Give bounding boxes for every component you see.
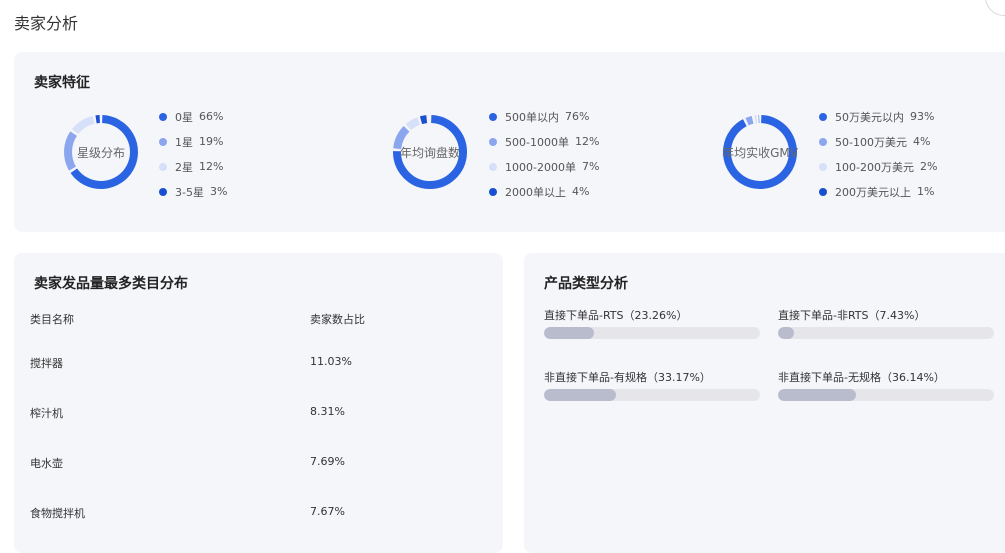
star-rating-legend: 0星 66% 1星 19% 2星 12% 3-5星 3% xyxy=(159,104,227,204)
category-name: 榨汁机 xyxy=(30,405,63,421)
bar-fill xyxy=(544,327,594,339)
legend-item: 2星 12% xyxy=(159,154,227,179)
legend-value: 66% xyxy=(199,110,223,123)
donut-center-label: 年均询盘数 xyxy=(370,112,490,192)
bar-label: 非直接下单品-无规格（36.14%） xyxy=(778,370,994,386)
category-name: 食物搅拌机 xyxy=(30,505,85,521)
legend-value: 1% xyxy=(917,185,934,198)
seller-features-title: 卖家特征 xyxy=(34,72,90,92)
legend-value: 12% xyxy=(199,160,223,173)
legend-dot-icon xyxy=(819,138,827,146)
bar-track xyxy=(544,389,760,401)
bar-fill xyxy=(778,327,794,339)
legend-dot-icon xyxy=(489,113,497,121)
bar-track xyxy=(544,327,760,339)
table-row: 电水壶 7.69% xyxy=(14,437,503,487)
legend-value: 4% xyxy=(913,135,930,148)
legend-value: 2% xyxy=(920,160,937,173)
legend-value: 19% xyxy=(199,135,223,148)
category-share: 7.67% xyxy=(310,505,345,518)
product-types-card: 产品类型分析 直接下单品-RTS（23.26%） 直接下单品-非RTS（7.43… xyxy=(524,253,1005,553)
bar-track xyxy=(778,327,994,339)
category-name: 搅拌器 xyxy=(30,355,63,371)
legend-label: 3-5星 xyxy=(175,184,204,200)
legend-value: 4% xyxy=(572,185,589,198)
seller-features-card: 卖家特征 星级分布 0星 66% 1星 19% 2星 12% 3-5星 3% 年均询盘数… xyxy=(14,52,1005,232)
table-row: 榨汁机 8.31% xyxy=(14,387,503,437)
legend-label: 1000-2000单 xyxy=(505,159,576,175)
gmv-donut-group: 年均实收GMV 50万美元以内 93% 50-100万美元 4% 100-200万美… xyxy=(720,104,1005,214)
bar-label: 直接下单品-非RTS（7.43%） xyxy=(778,308,994,324)
legend-item: 0星 66% xyxy=(159,104,227,129)
gmv-donut-chart: 年均实收GMV xyxy=(720,112,800,192)
product-types-title: 产品类型分析 xyxy=(544,273,628,293)
legend-item: 50万美元以内 93% xyxy=(819,104,937,129)
legend-item: 1000-2000单 7% xyxy=(489,154,599,179)
donut-center-label: 年均实收GMV xyxy=(700,112,820,192)
legend-dot-icon xyxy=(819,163,827,171)
legend-label: 100-200万美元 xyxy=(835,159,914,175)
legend-item: 2000单以上 4% xyxy=(489,179,599,204)
column-header-category: 类目名称 xyxy=(30,311,74,327)
product-type-bar: 非直接下单品-有规格（33.17%） xyxy=(544,370,760,401)
legend-dot-icon xyxy=(819,113,827,121)
table-row: 食物搅拌机 7.67% xyxy=(14,487,503,537)
legend-dot-icon xyxy=(819,188,827,196)
legend-label: 500-1000单 xyxy=(505,134,569,150)
category-share: 11.03% xyxy=(310,355,352,368)
legend-dot-icon xyxy=(159,113,167,121)
top-categories-title: 卖家发品量最多类目分布 xyxy=(34,273,188,293)
category-share: 8.31% xyxy=(310,405,345,418)
legend-value: 93% xyxy=(910,110,934,123)
legend-label: 1星 xyxy=(175,134,193,150)
legend-dot-icon xyxy=(159,138,167,146)
bar-label: 直接下单品-RTS（23.26%） xyxy=(544,308,760,324)
legend-value: 7% xyxy=(582,160,599,173)
legend-value: 76% xyxy=(565,110,589,123)
legend-label: 50万美元以内 xyxy=(835,109,904,125)
table-row: 搅拌器 11.03% xyxy=(14,337,503,387)
donut-center-label: 星级分布 xyxy=(41,112,161,192)
inquiry-legend: 500单以内 76% 500-1000单 12% 1000-2000单 7% 2000… xyxy=(489,104,599,204)
legend-item: 100-200万美元 2% xyxy=(819,154,937,179)
legend-dot-icon xyxy=(489,163,497,171)
legend-item: 500-1000单 12% xyxy=(489,129,599,154)
legend-item: 50-100万美元 4% xyxy=(819,129,937,154)
legend-label: 2星 xyxy=(175,159,193,175)
product-type-bar: 直接下单品-RTS（23.26%） xyxy=(544,308,760,339)
corner-button[interactable] xyxy=(985,0,1005,16)
bar-track xyxy=(778,389,994,401)
legend-dot-icon xyxy=(489,188,497,196)
legend-item: 200万美元以上 1% xyxy=(819,179,937,204)
gmv-legend: 50万美元以内 93% 50-100万美元 4% 100-200万美元 2% 200万… xyxy=(819,104,937,204)
legend-dot-icon xyxy=(159,188,167,196)
inquiry-donut-group: 年均询盘数 500单以内 76% 500-1000单 12% 1000-2000单 7… xyxy=(390,104,690,214)
legend-label: 200万美元以上 xyxy=(835,184,911,200)
bar-fill xyxy=(778,389,856,401)
legend-label: 2000单以上 xyxy=(505,184,566,200)
legend-item: 1星 19% xyxy=(159,129,227,154)
page-title: 卖家分析 xyxy=(14,10,78,34)
legend-item: 500单以内 76% xyxy=(489,104,599,129)
legend-label: 500单以内 xyxy=(505,109,559,125)
legend-item: 3-5星 3% xyxy=(159,179,227,204)
legend-dot-icon xyxy=(489,138,497,146)
bar-fill xyxy=(544,389,616,401)
legend-label: 50-100万美元 xyxy=(835,134,907,150)
star-rating-donut-group: 星级分布 0星 66% 1星 19% 2星 12% 3-5星 3% xyxy=(61,104,361,214)
product-type-bar: 非直接下单品-无规格（36.14%） xyxy=(778,370,994,401)
legend-value: 3% xyxy=(210,185,227,198)
category-name: 电水壶 xyxy=(30,455,63,471)
legend-value: 12% xyxy=(575,135,599,148)
product-type-bar: 直接下单品-非RTS（7.43%） xyxy=(778,308,994,339)
legend-label: 0星 xyxy=(175,109,193,125)
bar-label: 非直接下单品-有规格（33.17%） xyxy=(544,370,760,386)
star-rating-donut-chart: 星级分布 xyxy=(61,112,141,192)
column-header-share: 卖家数占比 xyxy=(310,311,365,327)
inquiry-donut-chart: 年均询盘数 xyxy=(390,112,470,192)
top-categories-card: 卖家发品量最多类目分布 类目名称 卖家数占比 搅拌器 11.03% 榨汁机 8.… xyxy=(14,253,503,553)
legend-dot-icon xyxy=(159,163,167,171)
category-share: 7.69% xyxy=(310,455,345,468)
